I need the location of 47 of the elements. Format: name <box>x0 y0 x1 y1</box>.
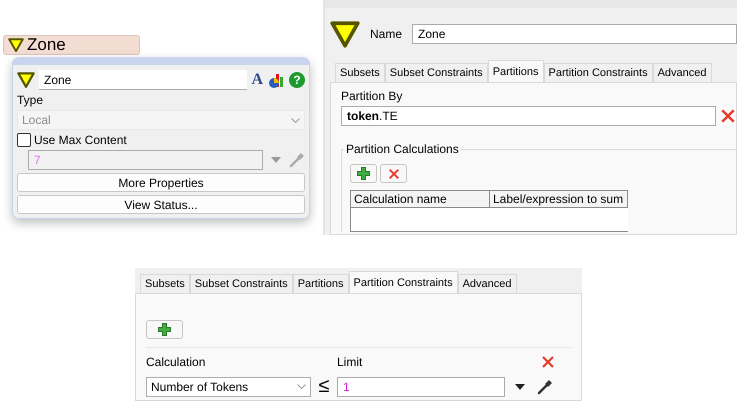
canvas-node[interactable]: Zone <box>3 35 140 55</box>
chevron-down-icon <box>291 118 300 122</box>
name-field[interactable]: Zone <box>39 70 248 90</box>
name-field[interactable]: Zone <box>412 24 737 44</box>
delete-icon[interactable] <box>541 355 555 369</box>
tab[interactable]: Partition Constraints <box>544 63 653 82</box>
checkbox[interactable] <box>17 133 31 147</box>
triangle-icon <box>8 38 24 52</box>
delete-icon[interactable] <box>720 108 736 124</box>
dropdown-arrow-icon[interactable] <box>515 384 525 390</box>
name-label: Name <box>370 27 402 41</box>
checkbox-label: Use Max Content <box>34 133 127 147</box>
panel-button[interactable]: View Status... <box>17 195 305 214</box>
tab[interactable]: Subset Constraints <box>384 63 488 82</box>
tab[interactable]: Partitions <box>488 60 544 82</box>
plus-icon <box>357 167 370 180</box>
tab[interactable]: Partition Constraints <box>348 271 458 293</box>
partition-by-field[interactable]: token.TE <box>341 106 716 126</box>
chart-icon[interactable] <box>267 72 285 88</box>
delete-icon[interactable] <box>388 168 400 180</box>
partition-by-label: Partition By <box>341 89 404 103</box>
calculation-dropdown[interactable]: Number of Tokens <box>146 376 311 396</box>
panel-button[interactable]: More Properties <box>17 173 305 192</box>
tab[interactable]: Subsets <box>140 274 190 293</box>
column-header[interactable]: Calculation name <box>351 191 490 208</box>
tab[interactable]: Subset Constraints <box>190 274 293 293</box>
group-title: Partition Calculations <box>344 142 461 156</box>
chevron-down-icon <box>297 384 306 389</box>
limit-label: Limit <box>337 355 364 369</box>
help-icon[interactable]: ? <box>289 72 305 88</box>
tab[interactable]: Advanced <box>458 274 517 293</box>
plus-icon <box>158 323 171 336</box>
type-label: Type <box>17 93 44 107</box>
limit-field[interactable]: 1 <box>337 376 505 396</box>
operator-symbol: ≤ <box>318 375 330 398</box>
triangle-icon <box>330 20 360 48</box>
tab[interactable]: Subsets <box>335 63 385 82</box>
tab[interactable]: Partitions <box>292 274 349 293</box>
eyedropper-icon[interactable] <box>537 378 553 394</box>
remove-button[interactable] <box>380 164 407 183</box>
font-icon[interactable]: A <box>251 71 263 89</box>
calculation-label: Calculation <box>146 355 206 369</box>
tab[interactable]: Advanced <box>652 63 712 82</box>
add-button[interactable] <box>350 164 377 183</box>
column-header[interactable]: Label/expression to sum <box>490 191 628 208</box>
add-button[interactable] <box>146 320 183 339</box>
triangle-icon <box>17 72 35 88</box>
